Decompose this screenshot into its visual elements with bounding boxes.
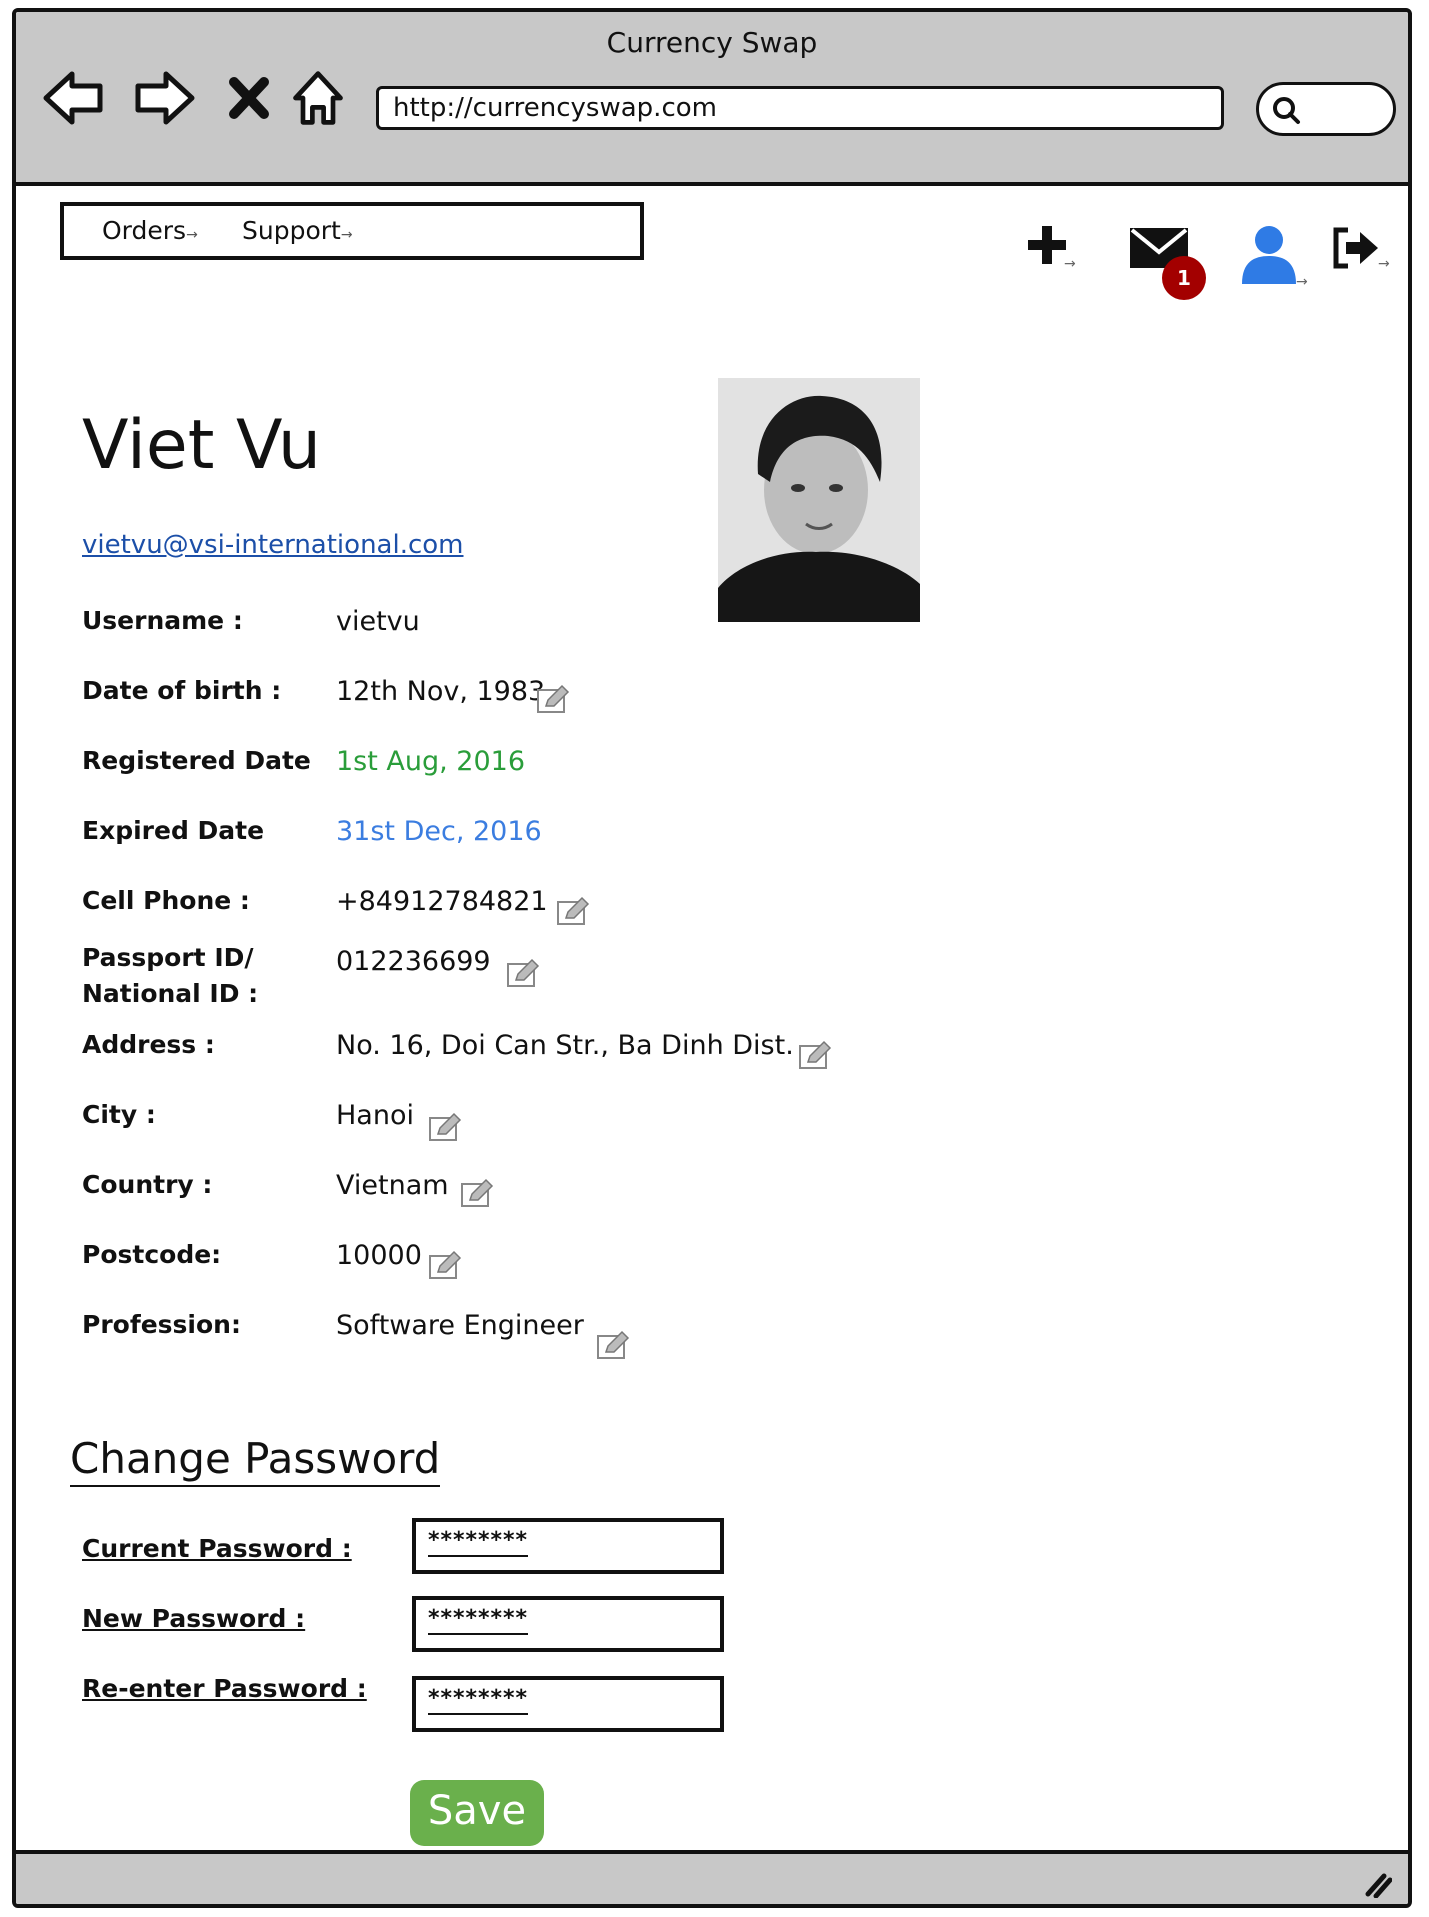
edit-phone-icon[interactable]	[556, 896, 590, 926]
username-label: Username :	[82, 606, 243, 635]
profile-email-link[interactable]: vietvu@vsi-international.com	[82, 530, 464, 560]
city-value: Hanoi	[336, 1100, 414, 1131]
profile-photo-image	[718, 378, 920, 622]
edit-dob-icon[interactable]	[536, 684, 570, 714]
profession-label: Profession:	[82, 1310, 241, 1339]
edit-address-icon[interactable]	[798, 1040, 832, 1070]
username-value: vietvu	[336, 606, 420, 637]
logout-icon[interactable]	[1330, 226, 1382, 270]
expired-value: 31st Dec, 2016	[336, 816, 542, 847]
profile-name: Viet Vu	[82, 406, 322, 485]
current-password-field[interactable]: ********	[412, 1518, 724, 1574]
reenter-password-field[interactable]: ********	[412, 1676, 724, 1732]
main-menu: Orders→ Support→	[60, 202, 644, 260]
forward-arrow-icon[interactable]	[132, 68, 196, 128]
profile-photo	[718, 378, 920, 622]
passport-label: Passport ID/ National ID :	[82, 940, 258, 1012]
back-arrow-icon[interactable]	[42, 68, 106, 128]
dob-label: Date of birth :	[82, 676, 282, 705]
edit-city-icon[interactable]	[428, 1112, 462, 1142]
notification-badge: 1	[1162, 256, 1206, 300]
new-password-label: New Password :	[82, 1604, 306, 1633]
address-value: No. 16, Doi Can Str., Ba Dinh Dist.	[336, 1030, 794, 1061]
current-password-label: Current Password :	[82, 1534, 352, 1563]
phone-value: +84912784821	[336, 886, 548, 917]
edit-passport-icon[interactable]	[506, 958, 540, 988]
change-password-heading: Change Password	[70, 1434, 441, 1487]
profession-value: Software Engineer	[336, 1310, 584, 1341]
reenter-password-label: Re-enter Password :	[82, 1674, 367, 1703]
current-password-value: ********	[428, 1528, 529, 1557]
save-button[interactable]: Save	[410, 1780, 544, 1846]
search-icon	[1273, 97, 1300, 124]
edit-profession-icon[interactable]	[596, 1330, 630, 1360]
passport-value: 012236699	[336, 946, 491, 977]
passport-label-line-2: National ID :	[82, 979, 259, 1008]
country-label: Country :	[82, 1170, 213, 1199]
url-bar[interactable]: http://currencyswap.com	[376, 86, 1224, 130]
user-dropdown-arrow-icon: →	[1296, 274, 1308, 290]
registered-value: 1st Aug, 2016	[336, 746, 526, 777]
new-password-field[interactable]: ********	[412, 1596, 724, 1652]
dob-value: 12th Nov, 1983	[336, 676, 546, 707]
close-x-icon[interactable]	[226, 68, 272, 128]
edit-postcode-icon[interactable]	[428, 1250, 462, 1280]
browser-titlebar: Currency Swap http://currencyswap.com	[16, 12, 1408, 186]
new-password-value: ********	[428, 1606, 529, 1635]
reenter-password-value: ********	[428, 1686, 529, 1715]
registered-label: Registered Date	[82, 746, 311, 775]
browser-window: Currency Swap http://currencyswap.com Or…	[12, 8, 1412, 1908]
user-icon[interactable]	[1238, 224, 1300, 286]
postcode-value: 10000	[336, 1240, 422, 1271]
browser-statusbar	[16, 1850, 1408, 1904]
submenu-arrow-icon: →	[340, 227, 353, 243]
country-value: Vietnam	[336, 1170, 449, 1201]
menu-support[interactable]: Support→	[242, 216, 353, 245]
submenu-arrow-icon: →	[186, 227, 198, 243]
phone-label: Cell Phone :	[82, 886, 250, 915]
menu-support-label: Support	[242, 216, 341, 245]
expired-label: Expired Date	[82, 816, 265, 845]
resize-grip-icon[interactable]	[1362, 1868, 1392, 1898]
edit-country-icon[interactable]	[460, 1178, 494, 1208]
passport-label-line-1: Passport ID/	[82, 943, 254, 972]
postcode-label: Postcode:	[82, 1240, 222, 1269]
menu-orders-label: Orders	[102, 216, 187, 245]
home-icon[interactable]	[288, 68, 348, 128]
window-title: Currency Swap	[606, 26, 818, 59]
logout-arrow-icon: →	[1378, 256, 1390, 272]
plus-dropdown-arrow-icon: →	[1064, 256, 1076, 272]
address-label: Address :	[82, 1030, 215, 1059]
city-label: City :	[82, 1100, 156, 1129]
browser-search-field[interactable]	[1256, 82, 1396, 136]
menu-orders[interactable]: Orders→	[102, 216, 198, 245]
